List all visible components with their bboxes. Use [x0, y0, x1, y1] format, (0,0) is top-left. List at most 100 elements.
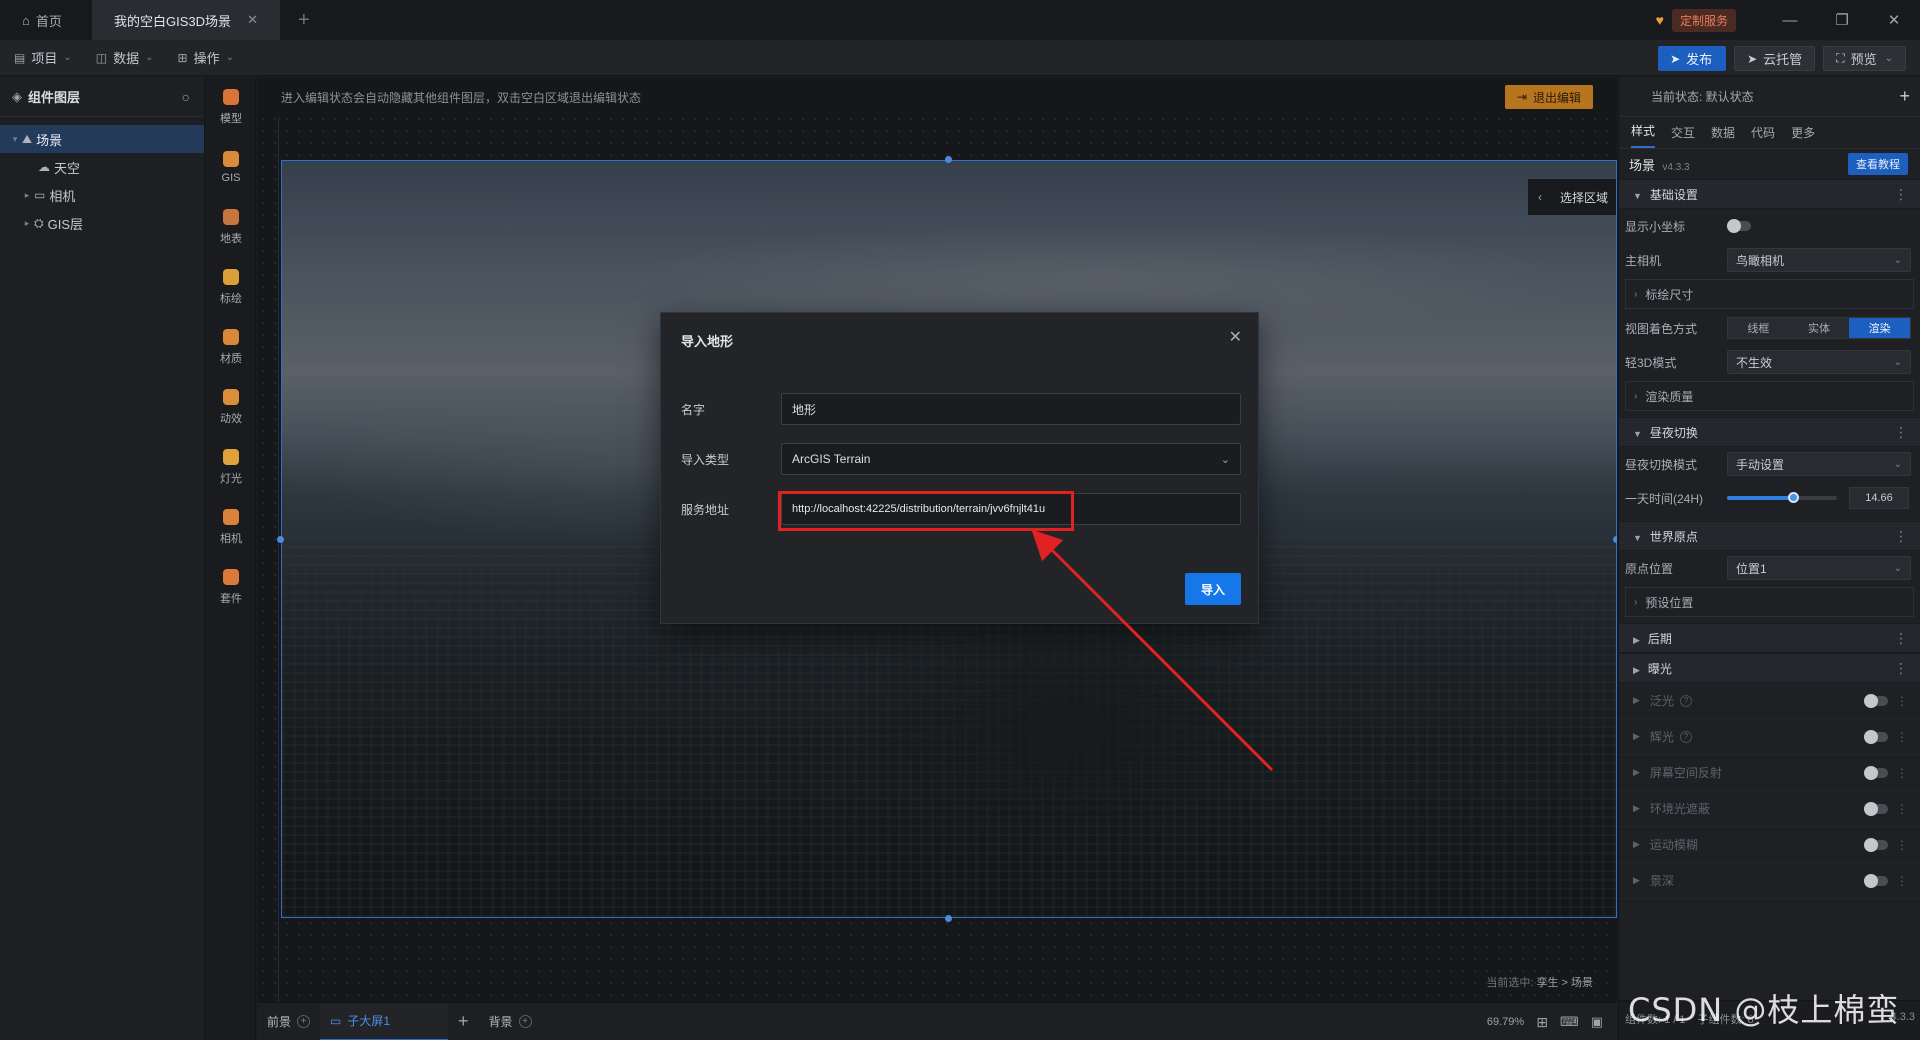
tab-foreground[interactable]: 前景 +	[257, 1003, 320, 1040]
close-tab-icon[interactable]: ✕	[247, 12, 258, 28]
render-quality-group[interactable]: › 渲染质量	[1625, 381, 1914, 411]
component-1[interactable]: GIS	[206, 137, 256, 197]
terminal-icon[interactable]: ▣	[1591, 1014, 1603, 1030]
resize-handle-right[interactable]	[1613, 536, 1617, 543]
component-4[interactable]: 材质	[206, 317, 256, 377]
cloud-hosting-button[interactable]: ➤ 云托管	[1734, 46, 1816, 71]
custom-service[interactable]: ♥ 定制服务	[1656, 8, 1736, 32]
tab-property-3[interactable]: 代码	[1751, 124, 1775, 148]
show-axis-toggle[interactable]	[1727, 219, 1751, 233]
add-screen-icon[interactable]: +	[448, 1003, 479, 1040]
day-time-slider[interactable]: 14.66	[1727, 487, 1911, 509]
more-icon[interactable]: ⋮	[1896, 694, 1908, 708]
menu-project[interactable]: ▤ 项目 ⌄	[0, 48, 82, 67]
component-6[interactable]: 灯光	[206, 437, 256, 497]
caret-down-icon[interactable]: ▾	[8, 134, 22, 145]
select-area-button[interactable]: ‹ 选择区域	[1528, 179, 1616, 215]
post-effect-toggle[interactable]	[1864, 837, 1888, 852]
service-url-input[interactable]	[792, 503, 1230, 515]
post-effect-row[interactable]: ▶ 辉光? ⋮	[1619, 719, 1920, 755]
more-icon[interactable]: ⋮	[1896, 766, 1908, 780]
more-icon[interactable]: ⋮	[1894, 528, 1908, 545]
component-7[interactable]: 相机	[206, 497, 256, 557]
caret-right-icon[interactable]: ▸	[20, 218, 34, 229]
post-effect-row[interactable]: ▶ 泛光? ⋮	[1619, 683, 1920, 719]
fit-icon[interactable]: ⊞	[1536, 1014, 1548, 1031]
section-basic[interactable]: ▼ 基础设置 ⋮	[1619, 179, 1920, 209]
close-icon[interactable]: ✕	[1229, 327, 1242, 347]
resize-handle-left[interactable]	[277, 536, 284, 543]
tab-property-1[interactable]: 交互	[1671, 124, 1695, 148]
restore-icon[interactable]: ❐	[1816, 11, 1868, 29]
tab-property-4[interactable]: 更多	[1791, 124, 1815, 148]
post-effect-row[interactable]: ▶ 景深 ⋮	[1619, 863, 1920, 899]
tab-home[interactable]: ⌂ 首页	[0, 0, 92, 40]
import-button[interactable]: 导入	[1185, 573, 1241, 605]
publish-button[interactable]: ➤ 发布	[1658, 46, 1727, 71]
section-exposure[interactable]: ▶ 曝光 ⋮	[1619, 653, 1920, 683]
preview-button[interactable]: ⛶ 预览 ⌄	[1823, 46, 1906, 71]
resize-handle-top[interactable]	[945, 156, 952, 163]
more-icon[interactable]: ⋮	[1896, 874, 1908, 888]
zoom-level[interactable]: 69.79%	[1487, 1016, 1524, 1028]
resize-handle-bottom[interactable]	[945, 915, 952, 922]
day-time-input[interactable]: 14.66	[1849, 487, 1909, 509]
view-color-option-0[interactable]: 线框	[1728, 318, 1789, 338]
name-field[interactable]: 地形	[781, 393, 1241, 425]
origin-pos-select[interactable]: 位置1 ⌄	[1727, 556, 1911, 580]
more-icon[interactable]: ⋮	[1894, 660, 1908, 677]
post-effect-toggle[interactable]	[1864, 693, 1888, 708]
component-5[interactable]: 动效	[206, 377, 256, 437]
post-effect-row[interactable]: ▶ 环境光遮蔽 ⋮	[1619, 791, 1920, 827]
add-tab-icon[interactable]: +	[298, 9, 310, 32]
exit-edit-button[interactable]: ⇥ 退出编辑	[1504, 85, 1593, 109]
view-color-option-2[interactable]: 渲染	[1849, 318, 1911, 338]
add-icon[interactable]: +	[297, 1015, 311, 1028]
post-effect-toggle[interactable]	[1864, 765, 1888, 780]
import-type-select[interactable]: ArcGIS Terrain ⌄	[781, 443, 1241, 475]
component-0[interactable]: 模型	[206, 77, 256, 137]
component-8[interactable]: 套件	[206, 557, 256, 617]
light3d-select[interactable]: 不生效 ⌄	[1727, 350, 1911, 374]
layer-item-sky[interactable]: ☁ 天空	[0, 153, 204, 181]
more-icon[interactable]: ⋮	[1894, 424, 1908, 441]
keyboard-icon[interactable]: ⌨	[1560, 1014, 1579, 1030]
section-origin[interactable]: ▼ 世界原点 ⋮	[1619, 521, 1920, 551]
daynight-mode-select[interactable]: 手动设置 ⌄	[1727, 452, 1911, 476]
service-url-field[interactable]	[781, 493, 1241, 525]
tab-background[interactable]: 背景 +	[479, 1003, 542, 1040]
close-window-icon[interactable]: ✕	[1868, 11, 1920, 29]
add-state-icon[interactable]: +	[1899, 86, 1910, 107]
minimize-icon[interactable]: —	[1764, 12, 1816, 29]
day-time-knob[interactable]	[1788, 492, 1800, 503]
add-icon[interactable]: +	[518, 1015, 532, 1028]
post-effect-toggle[interactable]	[1864, 873, 1888, 888]
tab-sub-screen[interactable]: ▭ 子大屏1	[320, 1002, 449, 1040]
menu-operation[interactable]: ⊞ 操作 ⌄	[164, 48, 244, 67]
main-camera-select[interactable]: 鸟瞰相机 ⌄	[1727, 248, 1911, 272]
layer-item-gis[interactable]: ▸ ⛭ GIS层	[0, 209, 204, 237]
plot-size-group[interactable]: › 标绘尺寸	[1625, 279, 1914, 309]
layer-item-scene[interactable]: ▾ ⛰ 场景	[0, 125, 204, 153]
component-2[interactable]: 地表	[206, 197, 256, 257]
tab-property-2[interactable]: 数据	[1711, 124, 1735, 148]
layer-item-camera[interactable]: ▸ ▭ 相机	[0, 181, 204, 209]
post-effect-row[interactable]: ▶ 屏幕空间反射 ⋮	[1619, 755, 1920, 791]
post-effect-row[interactable]: ▶ 运动模糊 ⋮	[1619, 827, 1920, 863]
caret-right-icon[interactable]: ▸	[20, 190, 34, 201]
search-icon[interactable]: ○	[182, 89, 190, 105]
more-icon[interactable]: ⋮	[1894, 186, 1908, 203]
tab-property-0[interactable]: 样式	[1631, 122, 1656, 148]
view-color-option-1[interactable]: 实体	[1788, 318, 1850, 338]
more-icon[interactable]: ⋮	[1896, 838, 1908, 852]
tutorial-button[interactable]: 查看教程	[1848, 153, 1908, 175]
post-effect-toggle[interactable]	[1864, 801, 1888, 816]
day-time-track[interactable]	[1727, 492, 1837, 503]
tab-project[interactable]: 我的空白GIS3D场景 ✕	[92, 0, 280, 40]
section-post[interactable]: ▶ 后期 ⋮	[1619, 623, 1920, 653]
help-icon[interactable]: ?	[1679, 730, 1692, 743]
help-icon[interactable]: ?	[1679, 694, 1692, 707]
menu-data[interactable]: ◫ 数据 ⌄	[82, 48, 164, 67]
more-icon[interactable]: ⋮	[1896, 730, 1908, 744]
section-daynight[interactable]: ▼ 昼夜切换 ⋮	[1619, 417, 1920, 447]
